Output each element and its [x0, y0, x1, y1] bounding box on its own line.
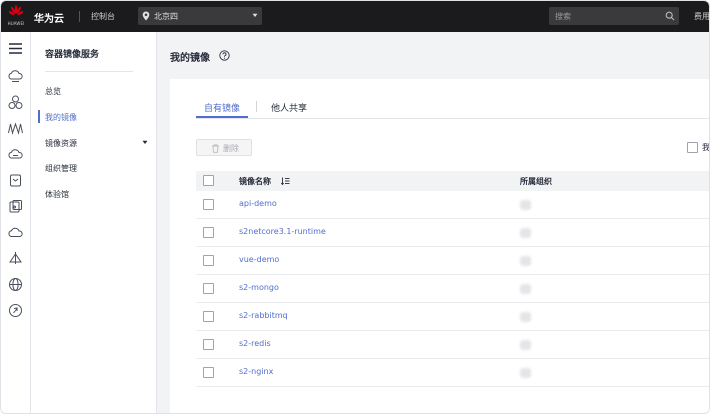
- search-input[interactable]: 搜索: [549, 7, 679, 25]
- divider: [79, 11, 80, 22]
- image-name-link[interactable]: s2-redis: [239, 339, 271, 348]
- row-checkbox[interactable]: [203, 283, 214, 294]
- chevron-down-icon[interactable]: [142, 140, 148, 145]
- database-icon[interactable]: [7, 172, 24, 189]
- sidebar-item-overview[interactable]: 总览: [45, 86, 61, 97]
- image-name-link[interactable]: s2-mongo: [239, 283, 279, 292]
- tab-baseline: [196, 118, 709, 119]
- table-row[interactable]: s2-rabbitmq: [196, 303, 709, 331]
- row-checkbox[interactable]: [203, 227, 214, 238]
- huawei-logo-icon: [9, 5, 23, 15]
- row-checkbox[interactable]: [203, 339, 214, 350]
- location-pin-icon: [142, 11, 150, 21]
- globe-icon[interactable]: [7, 276, 24, 293]
- logo-wordmark: HUAWEI: [7, 21, 25, 26]
- service-sidebar: 容器镜像服务 总览 我的镜像 镜像资源 组织管理 体验馆: [31, 32, 157, 413]
- help-icon[interactable]: [219, 50, 230, 61]
- fee-link[interactable]: 费用: [694, 11, 709, 22]
- image-name-link[interactable]: api-demo: [239, 199, 277, 208]
- console-link[interactable]: 控制台: [91, 11, 115, 22]
- filter-checkbox-label: 我: [702, 143, 710, 152]
- table-row[interactable]: s2netcore3.1-runtime: [196, 219, 709, 247]
- redacted-org: [520, 312, 531, 322]
- table-row[interactable]: s2-redis: [196, 331, 709, 359]
- brand-name[interactable]: 华为云: [34, 10, 64, 25]
- redacted-org: [520, 368, 531, 378]
- cluster-icon[interactable]: [7, 94, 24, 111]
- service-icon-rail: [1, 32, 31, 413]
- chevron-down-icon: [252, 13, 258, 17]
- table-header: 镜像名称 所属组织: [196, 171, 709, 191]
- vpn-icon[interactable]: [7, 250, 24, 267]
- storage-icon[interactable]: [7, 146, 24, 163]
- table-row[interactable]: vue-demo: [196, 247, 709, 275]
- service-title: 容器镜像服务: [45, 50, 100, 60]
- tab-own-images[interactable]: 自有镜像: [204, 101, 240, 114]
- sidebar-item-my-images[interactable]: 我的镜像: [45, 112, 77, 123]
- network-icon[interactable]: [7, 120, 24, 137]
- row-checkbox[interactable]: [203, 367, 214, 378]
- search-placeholder: 搜索: [555, 12, 571, 21]
- redacted-org: [520, 228, 531, 238]
- sidebar-item-org-management[interactable]: 组织管理: [45, 163, 77, 174]
- column-header-name: 镜像名称: [239, 177, 271, 186]
- table-row[interactable]: s2-nginx: [196, 359, 709, 387]
- region-label: 北京四: [154, 12, 178, 21]
- image-name-link[interactable]: s2-nginx: [239, 367, 273, 376]
- redacted-org: [520, 200, 531, 210]
- row-checkbox[interactable]: [203, 255, 214, 266]
- row-checkbox[interactable]: [203, 199, 214, 210]
- region-selector[interactable]: 北京四: [138, 7, 262, 25]
- sort-icon[interactable]: [281, 177, 290, 185]
- tab-shared-images[interactable]: 他人共享: [271, 101, 307, 114]
- cloud-icon[interactable]: [7, 224, 24, 241]
- redacted-org: [520, 340, 531, 350]
- settings-circle-icon[interactable]: [7, 302, 24, 319]
- delete-button[interactable]: 删除: [196, 139, 252, 156]
- redacted-org: [520, 284, 531, 294]
- menu-icon[interactable]: [7, 40, 24, 57]
- delete-button-label: 删除: [223, 144, 239, 153]
- sidebar-item-image-resources[interactable]: 镜像资源: [45, 138, 77, 149]
- page-title: 我的镜像: [170, 53, 210, 64]
- divider: [256, 101, 257, 112]
- main-content: 我的镜像 自有镜像 他人共享 删除 我 镜像名称 所属组织 api-demo s…: [157, 32, 710, 413]
- divider: [45, 71, 133, 72]
- image-name-link[interactable]: s2netcore3.1-runtime: [239, 227, 326, 236]
- search-icon[interactable]: [665, 11, 675, 21]
- image-name-link[interactable]: s2-rabbitmq: [239, 311, 288, 320]
- table-row[interactable]: api-demo: [196, 191, 709, 219]
- app-window: HUAWEI 华为云 控制台 北京四 搜索 费用 容器镜像服务 总览 我的镜像 …: [0, 0, 710, 414]
- row-checkbox[interactable]: [203, 311, 214, 322]
- select-all-checkbox[interactable]: [203, 175, 214, 186]
- column-header-org: 所属组织: [520, 177, 552, 186]
- container-icon[interactable]: [7, 198, 24, 215]
- image-name-link[interactable]: vue-demo: [239, 255, 279, 264]
- table-row[interactable]: s2-mongo: [196, 275, 709, 303]
- huawei-logo[interactable]: HUAWEI: [5, 4, 27, 28]
- sidebar-item-experience-hall[interactable]: 体验馆: [45, 189, 69, 200]
- top-navigation-bar: HUAWEI 华为云 控制台 北京四 搜索 费用: [1, 1, 709, 32]
- filter-checkbox[interactable]: [687, 142, 698, 153]
- trash-icon: [212, 144, 219, 153]
- redacted-org: [520, 256, 531, 266]
- active-indicator: [38, 110, 40, 123]
- images-panel: 自有镜像 他人共享 删除 我 镜像名称 所属组织 api-demo s2netc…: [170, 79, 710, 413]
- cloud-server-icon[interactable]: [7, 68, 24, 85]
